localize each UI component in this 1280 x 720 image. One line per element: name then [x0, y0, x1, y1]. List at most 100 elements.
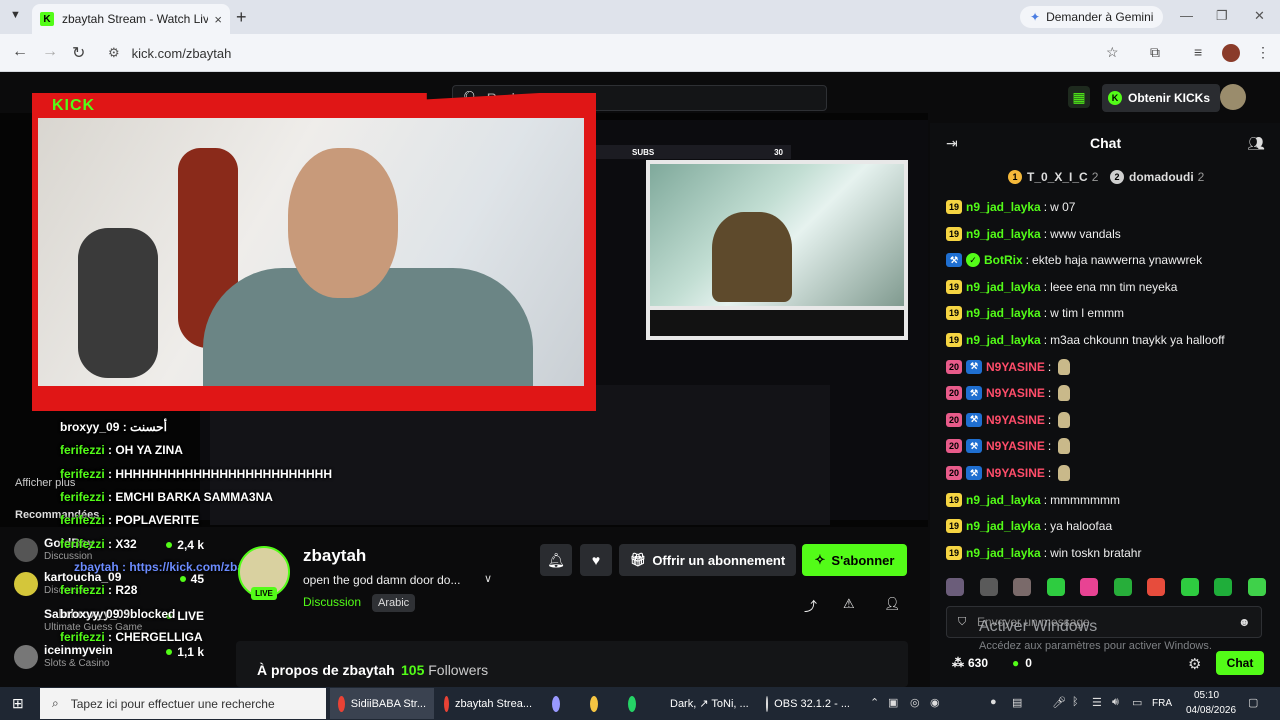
chat-message[interactable]: 20 ⚒ N9YASINE: [946, 463, 1071, 483]
input-language[interactable]: FRA [1152, 698, 1172, 709]
tab-list-chevron-icon[interactable]: ▼ [10, 9, 21, 21]
sidebar-channel[interactable]: iceinmyvein Slots & Casino 1,1 k [14, 643, 204, 675]
windows-start-icon[interactable]: ⊞ [12, 695, 24, 712]
share-icon[interactable]: ⤴ [804, 596, 817, 615]
clock-date[interactable]: 04/08/2026 [1186, 705, 1236, 716]
chat-username[interactable]: n9_jad_layka [966, 227, 1041, 241]
battery-icon[interactable]: ▭ [1132, 696, 1142, 709]
collapse-chat-icon[interactable]: ⇥ [946, 135, 958, 152]
taskbar-app[interactable]: Dark, ↗ ToNi, ... [656, 688, 752, 719]
browser-tab-active[interactable]: K zbaytah Stream - Watch Live o × [32, 4, 230, 34]
emote-icon[interactable] [1113, 578, 1132, 596]
subscribe-button[interactable]: ✧ S'abonner [802, 544, 907, 576]
tray-overflow-icon[interactable]: ⌃ [870, 696, 879, 709]
chat-message[interactable]: 19 n9_jad_layka: w 07 [946, 197, 1075, 217]
add-friend-icon[interactable]: 👤︎ [884, 596, 901, 612]
follow-heart-button[interactable]: ♥ [580, 544, 612, 576]
tab-close-icon[interactable]: × [214, 12, 222, 27]
chat-message[interactable]: 20 ⚒ N9YASINE: [946, 383, 1071, 403]
chat-username[interactable]: n9_jad_layka [966, 333, 1041, 347]
minimize-button[interactable]: — [1180, 8, 1193, 23]
user-avatar[interactable] [1220, 84, 1246, 110]
taskbar-search-input[interactable]: ⌕ Tapez ici pour effectuer une recherche [40, 688, 326, 719]
chat-username[interactable]: n9_jad_layka [966, 200, 1041, 214]
chat-username[interactable]: BotRix [984, 253, 1023, 267]
chat-username[interactable]: N9YASINE [986, 360, 1045, 374]
microphone-icon[interactable]: 🎤︎ [1052, 696, 1066, 709]
network-icon[interactable]: ☰ [1092, 696, 1102, 709]
emote-icon[interactable] [1147, 578, 1166, 596]
tray-app-icon[interactable]: ◉ [930, 696, 940, 709]
maximize-button[interactable]: ❐ [1216, 8, 1228, 24]
back-arrow-icon[interactable]: ← [12, 43, 28, 61]
chat-send-button[interactable]: Chat [1216, 651, 1264, 675]
taskbar-app[interactable]: zbaytah Strea... [436, 688, 540, 719]
url-field[interactable]: ⚙ kick.com/zbaytah [108, 40, 1138, 66]
taskbar-app[interactable]: SidiiBABA Str... [330, 688, 434, 719]
chat-message[interactable]: 19 n9_jad_layka: leee ena mn tim neyeka [946, 277, 1177, 297]
emoji-picker-icon[interactable]: ☻ [1238, 615, 1251, 629]
volume-icon[interactable]: 🔊︎ [1112, 696, 1119, 709]
top-gifter[interactable]: 2 domadoudi 2 [1110, 170, 1204, 184]
get-kicks-button[interactable]: K Obtenir KICKs [1102, 84, 1221, 112]
profile-avatar[interactable] [1222, 44, 1240, 62]
chat-message[interactable]: 19 n9_jad_layka: win toskn bratahr [946, 543, 1141, 563]
emote-icon[interactable] [1046, 578, 1065, 596]
chat-username[interactable]: N9YASINE [986, 413, 1045, 427]
emote-icon[interactable] [1013, 578, 1032, 596]
chat-username[interactable]: N9YASINE [986, 466, 1045, 480]
chat-message[interactable]: 19 n9_jad_layka: www vandals [946, 224, 1121, 244]
chat-username[interactable]: N9YASINE [986, 439, 1045, 453]
streamer-name[interactable]: zbaytah [303, 546, 366, 566]
browser-menu-icon[interactable]: ⋮ [1256, 44, 1270, 61]
notifications-icon[interactable]: ▢ [1248, 696, 1258, 709]
chat-message[interactable]: 20 ⚒ N9YASINE: [946, 357, 1071, 377]
chat-username[interactable]: N9YASINE [986, 386, 1045, 400]
emote-icon[interactable] [1247, 578, 1266, 596]
bluetooth-icon[interactable]: ᛒ [1072, 696, 1079, 708]
chat-users-icon[interactable]: 👥︎ [1247, 135, 1265, 152]
tray-app-icon[interactable]: ▤ [1012, 696, 1022, 709]
extensions-icon[interactable]: ⧉ [1150, 44, 1160, 61]
emote-icon[interactable] [1214, 578, 1233, 596]
expand-title-chevron-icon[interactable]: ∨ [484, 572, 492, 585]
bookmark-star-icon[interactable]: ☆ [1106, 44, 1119, 61]
forward-arrow-icon[interactable]: → [42, 43, 58, 61]
notification-bell-button[interactable]: 🔔︎ [540, 544, 572, 576]
chat-message[interactable]: 19 n9_jad_layka: w tim l emmm [946, 303, 1124, 323]
emote-icon[interactable] [1080, 578, 1099, 596]
chat-username[interactable]: n9_jad_layka [966, 519, 1041, 533]
taskbar-app[interactable] [620, 688, 650, 719]
top-gifter[interactable]: 1 T_0_X_I_C 2 [1008, 170, 1098, 184]
close-window-button[interactable]: ✕ [1254, 8, 1265, 24]
language-tag[interactable]: Arabic [372, 594, 416, 612]
chat-message[interactable]: ⚒ ✓ BotRix: ekteb haja nawwerna ynawwrek [946, 250, 1202, 270]
emote-icon[interactable] [979, 578, 998, 596]
chat-message[interactable]: 19 n9_jad_layka: ya haloofaa [946, 516, 1112, 536]
channel-points[interactable]: ⁂ 630 [952, 656, 988, 670]
chat-message[interactable]: 20 ⚒ N9YASINE: [946, 410, 1071, 430]
taskbar-app[interactable]: OBS 32.1.2 - ... [758, 688, 858, 719]
emote-icon[interactable] [1180, 578, 1199, 596]
gemini-button[interactable]: ✦ Demander à Gemini [1020, 6, 1164, 28]
new-tab-button[interactable]: + [236, 7, 247, 28]
chat-message[interactable]: 20 ⚒ N9YASINE: [946, 436, 1071, 456]
chat-message[interactable]: 19 n9_jad_layka: mmmmmmm [946, 490, 1120, 510]
chat-username[interactable]: n9_jad_layka [966, 306, 1041, 320]
tray-app-icon[interactable]: ● [990, 696, 997, 708]
report-warning-icon[interactable]: ⚠ [843, 596, 855, 612]
category-link[interactable]: Discussion [303, 595, 361, 609]
gift-subscription-button[interactable]: 🎁︎ Offrir un abonnement [619, 544, 796, 576]
clock-time[interactable]: 05:10 [1194, 690, 1219, 701]
tray-app-icon[interactable]: ◎ [910, 696, 920, 709]
taskbar-app[interactable] [582, 688, 612, 719]
chat-username[interactable]: n9_jad_layka [966, 280, 1041, 294]
media-controls-icon[interactable]: ≡ [1194, 44, 1202, 60]
chat-username[interactable]: n9_jad_layka [966, 493, 1041, 507]
store-icon[interactable]: ▦ [1068, 86, 1090, 108]
tray-app-icon[interactable]: ▣ [888, 696, 898, 709]
site-info-icon[interactable]: ⚙ [108, 45, 120, 61]
emote-icon[interactable] [946, 578, 964, 596]
chat-message[interactable]: 19 n9_jad_layka: m3aa chkounn tnaykk ya ha… [946, 330, 1225, 350]
taskbar-app[interactable] [544, 688, 574, 719]
